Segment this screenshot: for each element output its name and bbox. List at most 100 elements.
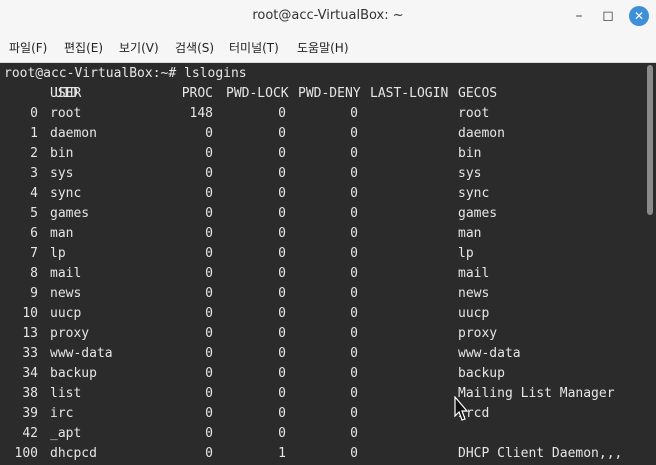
table-row: 6 man 0 0 0 man [0,224,640,244]
cell-proc: 0 [205,426,213,441]
menu-view[interactable]: 보기(V) [119,39,159,56]
menu-edit[interactable]: 편집(E) [64,39,103,56]
cell-pwd-deny: 0 [350,206,358,221]
cell-pwd-lock: 0 [278,326,286,341]
cell-pwd-deny: 0 [350,326,358,341]
cell-gecos: news [458,286,490,301]
cell-uid: 3 [30,166,38,181]
cell-user: bin [50,146,74,161]
cell-pwd-lock: 0 [278,286,286,301]
cell-pwd-lock: 0 [278,166,286,181]
cell-user: backup [50,366,97,381]
cell-pwd-lock: 0 [278,186,286,201]
cell-pwd-lock: 0 [278,386,286,401]
scrollbar[interactable] [644,63,656,465]
cell-uid: 0 [30,106,38,121]
cell-gecos: games [458,206,498,221]
cell-pwd-deny: 0 [350,106,358,121]
cell-pwd-lock: 0 [278,306,286,321]
header-last-login: LAST-LOGIN [370,86,449,101]
cell-gecos: Mailing List Manager [458,386,615,401]
cell-uid: 33 [22,346,38,361]
cell-pwd-lock: 0 [278,126,286,141]
table-row: 100 dhcpcd 0 1 0 DHCP Client Daemon,,, [0,444,640,464]
table-row: 2 bin 0 0 0 bin [0,144,640,164]
cell-user: games [50,206,90,221]
maximize-icon[interactable]: ◻ [598,6,618,26]
cell-uid: 4 [30,186,38,201]
cell-uid: 6 [30,226,38,241]
command-line: root@acc-VirtualBox:~# lslogins [4,66,247,81]
text-cursor-icon [454,396,469,421]
cell-gecos: sync [458,186,490,201]
cell-user: proxy [50,326,90,341]
cell-uid: 5 [30,206,38,221]
table-row: 10 uucp 0 0 0 uucp [0,304,640,324]
table-row: 9 news 0 0 0 news [0,284,640,304]
table-row: 38 list 0 0 0 Mailing List Manager [0,384,640,404]
menu-terminal[interactable]: 터미널(T) [229,39,279,56]
menu-help[interactable]: 도움말(H) [297,39,349,56]
cell-proc: 0 [205,166,213,181]
cell-pwd-deny: 0 [350,146,358,161]
cell-user: man [50,226,74,241]
cell-uid: 7 [30,246,38,261]
cell-user: news [50,286,82,301]
cell-proc: 0 [205,246,213,261]
cell-user: list [50,386,82,401]
cell-proc: 0 [205,266,213,281]
cell-user: mail [50,266,82,281]
scrollbar-thumb[interactable] [647,65,653,215]
cell-gecos: proxy [458,326,498,341]
minimize-icon[interactable]: – [569,6,589,26]
cell-proc: 0 [205,226,213,241]
header-gecos: GECOS [458,86,498,101]
window-title: root@acc-VirtualBox: ~ [252,8,404,23]
cell-user: sync [50,186,82,201]
cell-proc: 0 [205,306,213,321]
cell-uid: 8 [30,266,38,281]
menu-bar: 파일(F) 편집(E) 보기(V) 검색(S) 터미널(T) 도움말(H) [0,32,656,63]
cell-pwd-deny: 0 [350,186,358,201]
cell-proc: 0 [205,146,213,161]
table-row: 5 games 0 0 0 games [0,204,640,224]
cell-pwd-deny: 0 [350,286,358,301]
cell-pwd-deny: 0 [350,386,358,401]
cell-gecos: backup [458,366,505,381]
header-proc: PROC [181,86,213,101]
table-row: 0 root 148 0 0 root [0,104,640,124]
cell-user: _apt [50,426,82,441]
table-row: 1 daemon 0 0 0 daemon [0,124,640,144]
cell-user: uucp [50,306,82,321]
cell-pwd-lock: 0 [278,266,286,281]
menu-search[interactable]: 검색(S) [175,39,214,56]
close-icon[interactable]: ✕ [629,6,649,26]
cell-uid: 42 [22,426,38,441]
cell-pwd-lock: 0 [278,106,286,121]
table-row: 13 proxy 0 0 0 proxy [0,324,640,344]
cell-uid: 13 [22,326,38,341]
cell-proc: 148 [189,106,213,121]
table-row: 8 mail 0 0 0 mail [0,264,640,284]
table-header: UID USER PROC PWD-LOCK PWD-DENY LAST-LOGIN GEC… [0,84,640,104]
cell-gecos: www-data [458,346,521,361]
menu-file[interactable]: 파일(F) [9,39,47,56]
title-bar[interactable]: root@acc-VirtualBox: ~ – ◻ ✕ [0,0,656,32]
cell-pwd-lock: 1 [278,446,286,461]
cell-proc: 0 [205,326,213,341]
table-row: 33 www-data 0 0 0 www-data [0,344,640,364]
cell-pwd-lock: 0 [278,246,286,261]
cell-user: www-data [50,346,113,361]
cell-pwd-deny: 0 [350,426,358,441]
cell-user: lp [50,246,66,261]
cell-user: irc [50,406,74,421]
header-pwd-deny: PWD-DENY [298,86,361,101]
cell-gecos: man [458,226,482,241]
cell-pwd-deny: 0 [350,266,358,281]
cell-pwd-deny: 0 [350,126,358,141]
terminal-window: root@acc-VirtualBox: ~ – ◻ ✕ 파일(F) 편집(E)… [0,0,656,465]
cell-proc: 0 [205,446,213,461]
terminal-output[interactable]: root@acc-VirtualBox:~# lslogins UID USER P… [0,63,644,465]
cell-uid: 9 [30,286,38,301]
cell-pwd-deny: 0 [350,346,358,361]
